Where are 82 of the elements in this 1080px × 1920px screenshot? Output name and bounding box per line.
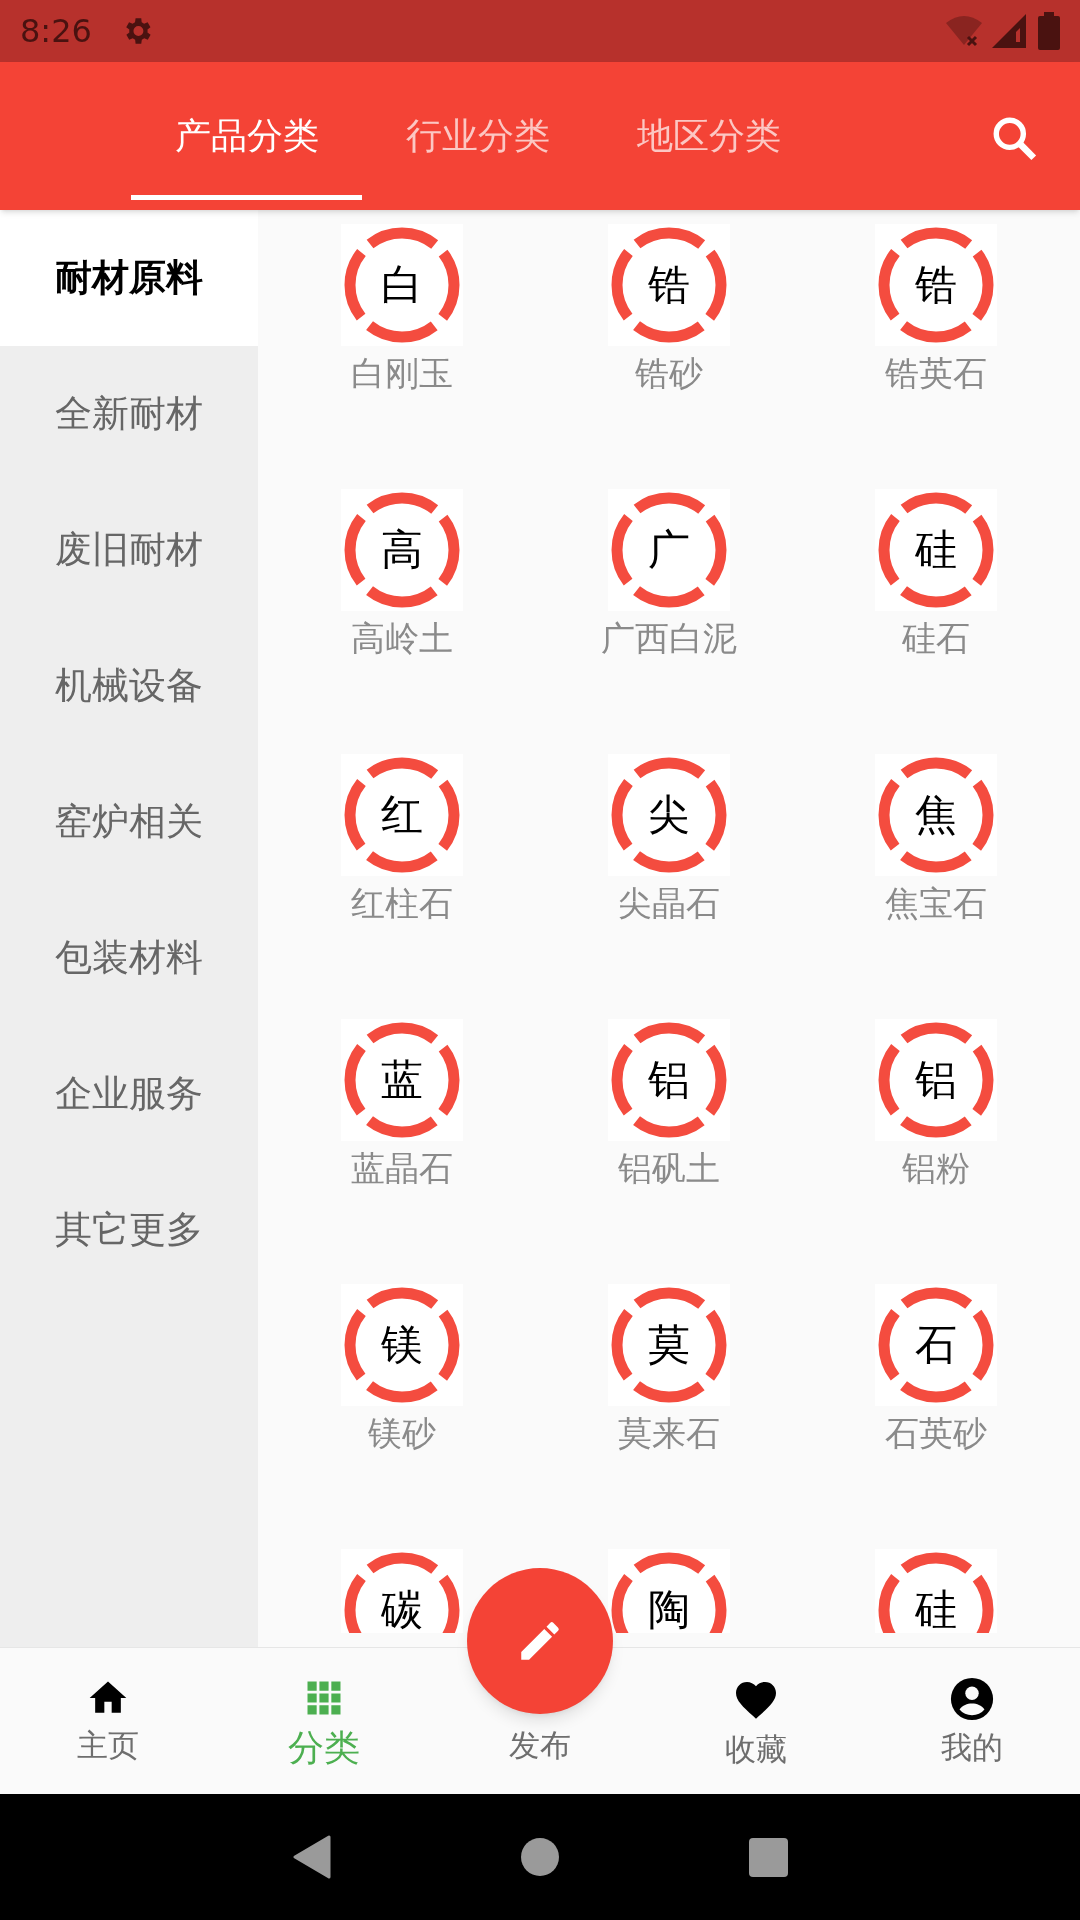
ring-icon <box>611 1287 727 1403</box>
category-tile[interactable]: 白 <box>340 224 463 346</box>
recents-icon[interactable] <box>748 1837 788 1877</box>
icon-character: 蓝 <box>380 1059 423 1101</box>
back-icon[interactable] <box>292 1835 331 1879</box>
category-label: 高岭土 <box>350 621 453 655</box>
icon-character: 高 <box>380 529 423 571</box>
category-tile[interactable]: 尖 <box>608 754 730 876</box>
ring-icon <box>878 227 995 343</box>
icon-character: 陶 <box>648 1589 690 1631</box>
icon-character: 硅 <box>915 1589 958 1631</box>
category-tile[interactable]: 蓝 <box>340 1019 463 1141</box>
icon-character: 石 <box>915 1324 958 1366</box>
category-label: 尖晶石 <box>618 886 720 920</box>
ring-icon <box>611 1022 727 1138</box>
wifi-off-icon <box>944 13 984 49</box>
category-tile[interactable]: 硅 <box>875 489 998 611</box>
category-label: 白刚玉 <box>350 356 453 390</box>
ring-icon <box>343 1287 460 1403</box>
ring-icon <box>343 757 460 873</box>
ring-icon <box>611 227 727 343</box>
ring-icon <box>878 757 995 873</box>
icon-character: 铝 <box>648 1059 690 1101</box>
account-icon <box>949 1676 995 1722</box>
category-tile[interactable]: 铝 <box>875 1019 998 1141</box>
category-label: 镁砂 <box>367 1416 436 1450</box>
nav-item[interactable]: 我的 <box>941 1676 1003 1763</box>
category-label: 莫来石 <box>618 1416 720 1450</box>
category-tile[interactable]: 石 <box>875 1284 998 1406</box>
ring-icon <box>343 1022 460 1138</box>
nav-item[interactable]: 主页 <box>77 1676 139 1761</box>
category-tile[interactable]: 广 <box>608 489 730 611</box>
ring-icon <box>878 1552 995 1633</box>
category-label: 锆英石 <box>885 356 988 390</box>
icon-character: 广 <box>648 529 690 571</box>
category-label: 石英砂 <box>885 1416 988 1450</box>
icon-character: 焦 <box>915 794 958 836</box>
category-tile[interactable]: 铝 <box>608 1019 730 1141</box>
ring-icon <box>611 757 727 873</box>
category-tile[interactable]: 碳 <box>340 1549 463 1633</box>
sidebar-item[interactable]: 耐材原料 <box>0 210 258 346</box>
ring-icon <box>343 1552 460 1633</box>
category-label: 铝矾土 <box>618 1151 720 1185</box>
home-circle-icon[interactable] <box>520 1838 559 1876</box>
category-tile[interactable]: 锆 <box>875 224 998 346</box>
ring-icon <box>343 492 460 608</box>
nav-item[interactable]: 发布 <box>509 1730 571 1761</box>
icon-character: 白 <box>380 264 423 306</box>
category-tab[interactable]: 产品分类 <box>131 62 362 210</box>
icon-character: 碳 <box>380 1589 423 1631</box>
icon-character: 硅 <box>915 529 958 571</box>
battery-icon <box>1038 12 1060 50</box>
category-label: 蓝晶石 <box>350 1151 453 1185</box>
ring-icon <box>343 227 460 343</box>
category-label: 焦宝石 <box>885 886 988 920</box>
ring-icon <box>611 492 727 608</box>
ring-icon <box>878 1022 995 1138</box>
category-label: 铝粉 <box>902 1151 971 1185</box>
category-label: 广西白泥 <box>601 621 737 655</box>
icon-character: 尖 <box>648 794 690 836</box>
icon-character: 莫 <box>648 1324 690 1366</box>
category-tile[interactable]: 硅 <box>875 1549 998 1633</box>
icon-character: 镁 <box>380 1324 423 1366</box>
category-tile[interactable]: 陶 <box>608 1549 730 1633</box>
category-tile[interactable]: 焦 <box>875 754 998 876</box>
status-time: 8:26 <box>20 11 92 52</box>
category-tile[interactable]: 镁 <box>340 1284 463 1406</box>
category-tile[interactable]: 锆 <box>608 224 730 346</box>
nav-item[interactable]: 收藏 <box>725 1676 787 1765</box>
category-label: 锆砂 <box>635 356 703 390</box>
category-tile[interactable]: 红 <box>340 754 463 876</box>
category-label: 红柱石 <box>350 886 453 920</box>
category-tile[interactable]: 高 <box>340 489 463 611</box>
icon-character: 铝 <box>915 1059 958 1101</box>
ring-icon <box>878 1287 995 1403</box>
icon-character: 锆 <box>915 264 958 306</box>
icon-character: 红 <box>380 794 423 836</box>
category-label: 硅石 <box>902 621 971 655</box>
ring-icon <box>878 492 995 608</box>
signal-icon <box>992 14 1026 48</box>
icon-character: 锆 <box>648 264 690 306</box>
category-tile[interactable]: 莫 <box>608 1284 730 1406</box>
